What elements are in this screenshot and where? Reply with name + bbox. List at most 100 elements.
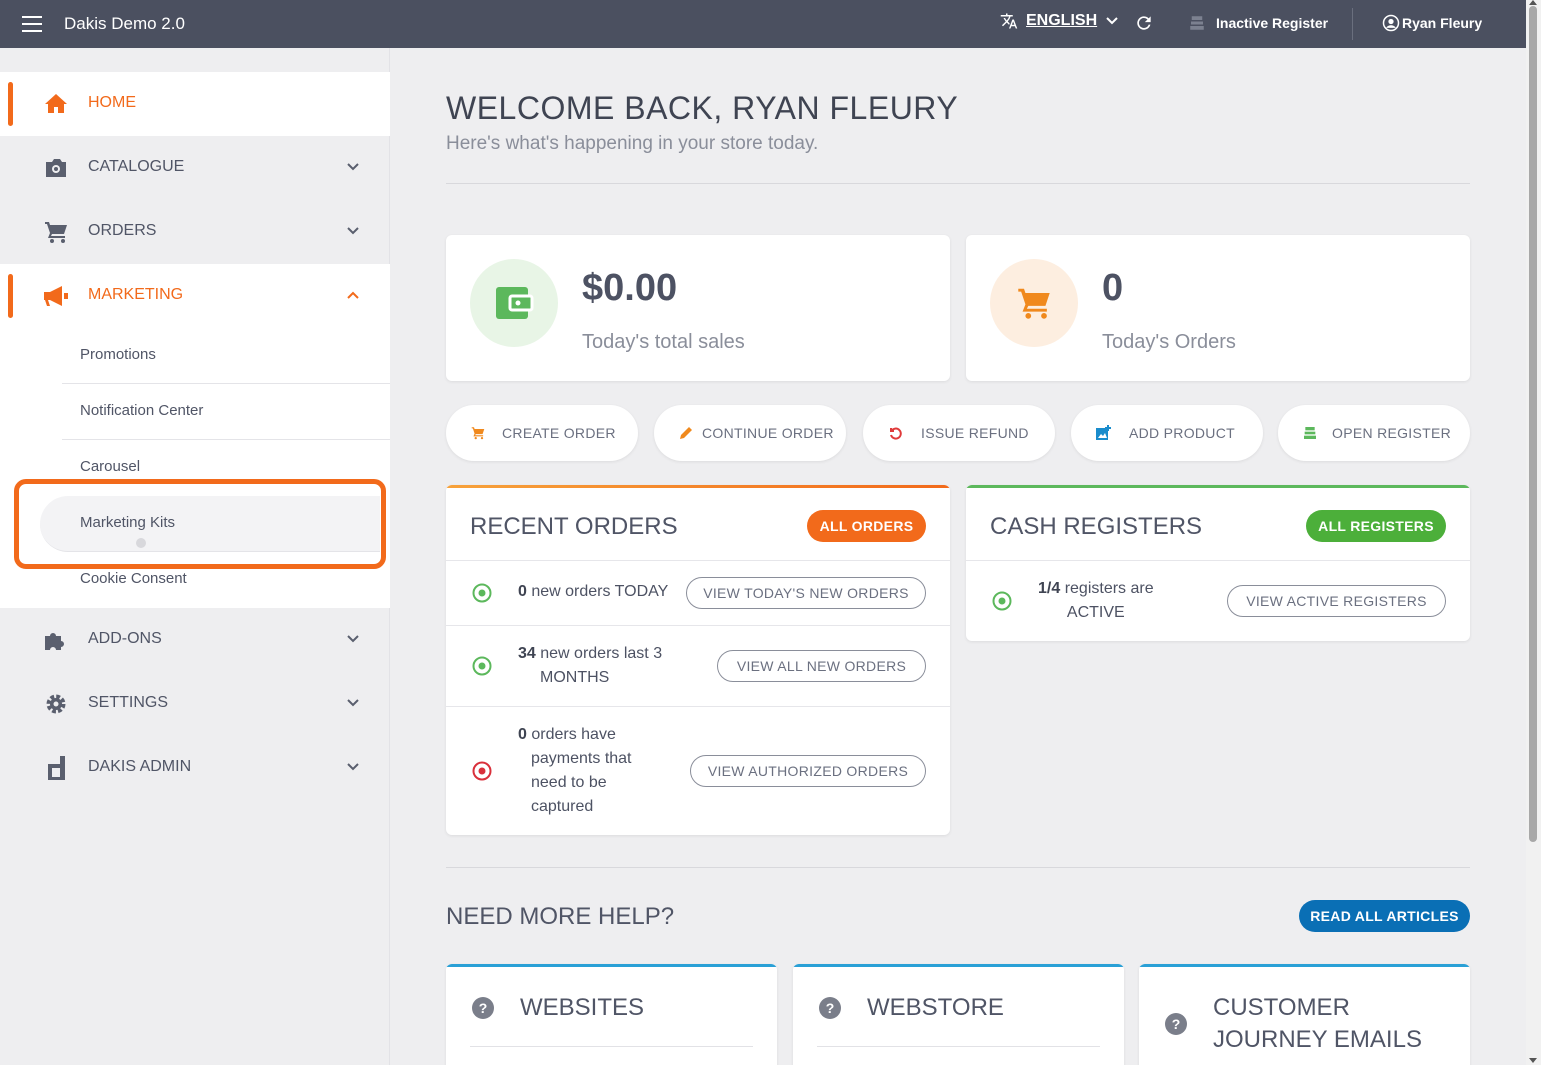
stat-label: Today's Orders bbox=[1102, 331, 1236, 353]
row-count: 0 bbox=[518, 726, 527, 743]
stat-value: 0 bbox=[1102, 267, 1124, 309]
divider bbox=[446, 867, 1470, 868]
add-product-button[interactable]: ADD PRODUCT bbox=[1071, 405, 1263, 461]
active-indicator bbox=[8, 274, 13, 318]
chevron-down-icon bbox=[347, 635, 359, 643]
submenu-item-notification-center[interactable]: Notification Center bbox=[62, 384, 390, 440]
help-question-icon: ? bbox=[472, 997, 494, 1019]
row-count: 34 bbox=[518, 645, 536, 662]
chevron-down-icon bbox=[1106, 17, 1118, 25]
open-register-button[interactable]: OPEN REGISTER bbox=[1278, 405, 1470, 461]
submenu-item-promotions[interactable]: Promotions bbox=[62, 328, 390, 384]
sidebar-item-label: DAKIS ADMIN bbox=[88, 758, 192, 775]
all-registers-button[interactable]: ALL REGISTERS bbox=[1306, 510, 1446, 542]
stat-value: $0.00 bbox=[582, 267, 678, 309]
help-section-title: NEED MORE HELP? bbox=[446, 903, 675, 930]
status-dot-green-icon bbox=[472, 583, 492, 603]
all-orders-button[interactable]: ALL ORDERS bbox=[807, 510, 926, 542]
register-status[interactable]: Inactive Register bbox=[1188, 14, 1328, 32]
row-text: MONTHS bbox=[540, 669, 610, 686]
app-title: Dakis Demo 2.0 bbox=[64, 14, 185, 33]
submenu-item-label: Cookie Consent bbox=[80, 570, 187, 587]
row-text: need to be bbox=[531, 774, 607, 791]
row-text: payments that bbox=[531, 750, 632, 767]
row-count: 0 bbox=[518, 583, 527, 600]
button-label: ISSUE REFUND bbox=[921, 425, 1029, 441]
help-card-customer-journey-emails[interactable]: ? CUSTOMER JOURNEY EMAILS bbox=[1139, 964, 1470, 1065]
card-accent-line bbox=[446, 964, 777, 967]
panel-accent-line bbox=[966, 485, 1470, 488]
submenu-item-label: Promotions bbox=[80, 346, 156, 363]
panel-accent-line bbox=[446, 485, 950, 488]
divider bbox=[470, 1046, 753, 1047]
scroll-up-arrow-icon[interactable] bbox=[1529, 0, 1537, 5]
help-card-title: WEBSTORE bbox=[867, 994, 1004, 1021]
scrollbar-thumb[interactable] bbox=[1529, 6, 1537, 842]
cart-icon bbox=[471, 427, 485, 440]
help-card-webstore[interactable]: ? WEBSTORE bbox=[793, 964, 1124, 1065]
chevron-down-icon bbox=[347, 699, 359, 707]
help-card-title: WEBSITES bbox=[520, 994, 645, 1021]
user-name: Ryan Fleury bbox=[1402, 15, 1483, 31]
order-stat-row: 0 orders have payments that need to be c… bbox=[446, 706, 950, 835]
page-title: WELCOME BACK, RYAN FLEURY bbox=[446, 90, 959, 126]
card-accent-line bbox=[1139, 964, 1470, 967]
recent-orders-panel: RECENT ORDERS ALL ORDERS 0 new orders TO… bbox=[446, 485, 950, 835]
active-indicator bbox=[8, 82, 13, 126]
stat-label: Today's total sales bbox=[582, 331, 745, 353]
chevron-down-icon bbox=[347, 163, 359, 171]
user-menu[interactable]: Ryan Fleury bbox=[1382, 14, 1482, 32]
view-active-registers-button[interactable]: VIEW ACTIVE REGISTERS bbox=[1227, 585, 1446, 617]
page-scrollbar[interactable] bbox=[1526, 0, 1541, 1065]
top-bar: Dakis Demo 2.0 ENGLISH Inactive Register… bbox=[0, 0, 1526, 48]
card-accent-line bbox=[793, 964, 1124, 967]
row-text: new orders TODAY bbox=[531, 583, 669, 600]
help-card-title: JOURNEY EMAILS bbox=[1213, 1026, 1422, 1053]
refresh-icon[interactable] bbox=[1134, 12, 1154, 34]
status-dot-green-icon bbox=[992, 591, 1012, 611]
help-question-icon: ? bbox=[1165, 1013, 1187, 1035]
view-todays-new-orders-button[interactable]: VIEW TODAY'S NEW ORDERS bbox=[686, 577, 926, 609]
scroll-down-arrow-icon[interactable] bbox=[1529, 1058, 1537, 1063]
row-text: captured bbox=[531, 798, 594, 815]
chevron-up-icon bbox=[347, 291, 359, 299]
sidebar-item-marketing[interactable]: MARKETING bbox=[0, 264, 390, 328]
create-order-button[interactable]: CREATE ORDER bbox=[446, 405, 638, 461]
hamburger-menu-icon[interactable] bbox=[22, 16, 42, 32]
view-all-new-orders-button[interactable]: VIEW ALL NEW ORDERS bbox=[717, 650, 926, 682]
pencil-icon bbox=[680, 427, 692, 439]
status-dot-green-icon bbox=[472, 656, 492, 676]
help-card-websites[interactable]: ? WEBSITES bbox=[446, 964, 777, 1065]
chevron-down-icon bbox=[347, 227, 359, 235]
panel-title: RECENT ORDERS bbox=[470, 513, 678, 540]
puzzle-icon bbox=[45, 633, 64, 650]
register-icon bbox=[1304, 427, 1316, 439]
undo-icon bbox=[890, 427, 902, 440]
sidebar-item-catalogue[interactable]: CATALOGUE bbox=[0, 136, 390, 200]
continue-order-button[interactable]: CONTINUE ORDER bbox=[654, 405, 846, 461]
language-selector[interactable]: ENGLISH bbox=[1000, 12, 1119, 30]
cart-icon bbox=[45, 222, 67, 243]
topbar-divider bbox=[1352, 8, 1353, 40]
sidebar-item-label: ORDERS bbox=[88, 222, 157, 239]
view-authorized-orders-button[interactable]: VIEW AUTHORIZED ORDERS bbox=[690, 755, 926, 787]
panel-title: CASH REGISTERS bbox=[990, 513, 1203, 540]
sidebar-item-dakis-admin[interactable]: DAKIS ADMIN bbox=[0, 736, 390, 800]
highlight-annotation bbox=[14, 479, 386, 569]
read-all-articles-button[interactable]: READ ALL ARTICLES bbox=[1299, 900, 1470, 932]
issue-refund-button[interactable]: ISSUE REFUND bbox=[863, 405, 1055, 461]
button-label: ADD PRODUCT bbox=[1129, 425, 1235, 441]
stat-card-orders: 0 Today's Orders bbox=[966, 235, 1470, 381]
status-dot-red-icon bbox=[472, 761, 492, 781]
sidebar-item-label: SETTINGS bbox=[88, 694, 169, 711]
order-stat-row: 34 new orders last 3 MONTHS VIEW ALL NEW… bbox=[446, 625, 950, 706]
stat-icon-circle bbox=[990, 259, 1078, 347]
sidebar-item-label: CATALOGUE bbox=[88, 158, 185, 175]
sidebar-item-orders[interactable]: ORDERS bbox=[0, 200, 390, 264]
sidebar-item-add-ons[interactable]: ADD-ONS bbox=[0, 608, 390, 672]
sidebar-item-home[interactable]: HOME bbox=[0, 72, 390, 136]
sidebar-item-settings[interactable]: SETTINGS bbox=[0, 672, 390, 736]
home-icon bbox=[45, 94, 67, 113]
sidebar-item-label: MARKETING bbox=[88, 286, 184, 303]
order-stat-row: 0 new orders TODAY VIEW TODAY'S NEW ORDE… bbox=[446, 560, 950, 625]
